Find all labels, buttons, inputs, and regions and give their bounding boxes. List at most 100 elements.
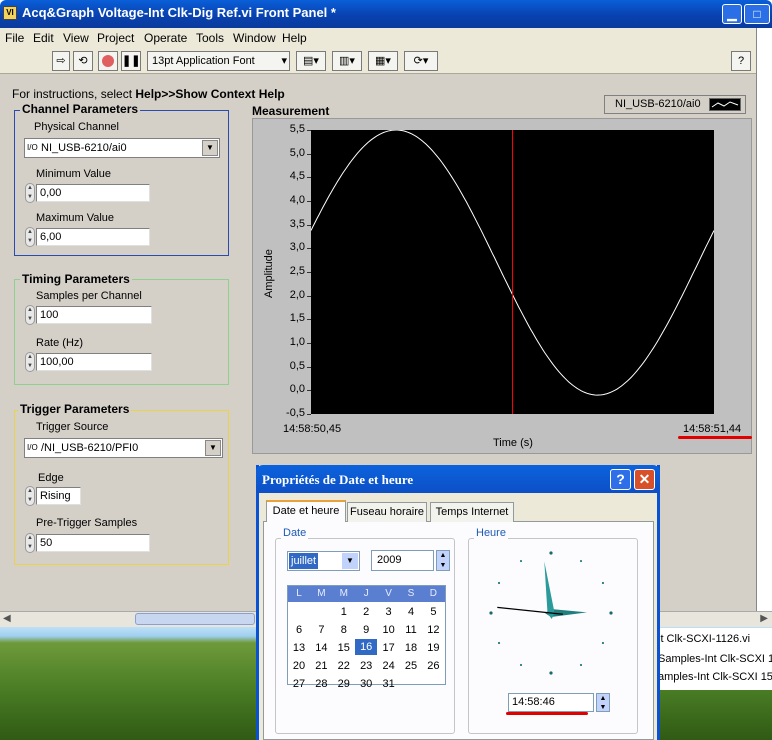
abort-icon[interactable] xyxy=(98,51,118,71)
annotation-underline xyxy=(678,436,752,439)
pause-icon[interactable]: ❚❚ xyxy=(121,51,141,71)
physical-channel-value: NI_USB-6210/ai0 xyxy=(41,142,127,154)
calendar-day[interactable]: 29 xyxy=(333,675,355,693)
tab-temps-internet[interactable]: Temps Internet xyxy=(430,502,514,522)
time-field[interactable]: 14:58:46 xyxy=(508,693,594,712)
rate-field[interactable]: 100,00 xyxy=(36,353,152,371)
help-button[interactable]: ? xyxy=(731,51,751,71)
menu-project[interactable]: Project xyxy=(97,31,134,45)
y-tick-label: 2,0 xyxy=(289,288,305,301)
calendar-day[interactable]: 13 xyxy=(288,639,310,657)
dialog-help-button[interactable]: ? xyxy=(610,469,631,490)
scroll-thumb[interactable] xyxy=(135,613,255,625)
calendar-day[interactable]: 25 xyxy=(400,657,422,675)
physical-channel-select[interactable]: I/O NI_USB-6210/ai0 ▼ xyxy=(24,138,220,158)
menu-file[interactable]: File xyxy=(5,31,24,45)
calendar-day[interactable]: 27 xyxy=(288,675,310,693)
distribute-objects-icon[interactable]: ▥▾ xyxy=(332,51,362,71)
max-value-field[interactable]: 6,00 xyxy=(36,228,150,246)
year-spinner[interactable]: ▲ ▼ xyxy=(436,550,450,571)
file-item[interactable]: it Clk-SCXI-1126.vi xyxy=(658,633,750,645)
max-value-spinner[interactable]: ▲ ▼ xyxy=(25,227,35,247)
plot-area[interactable] xyxy=(311,130,714,414)
trigger-source-select[interactable]: I/O /NI_USB-6210/PFI0 ▼ xyxy=(24,438,223,458)
calendar-day[interactable]: 5 xyxy=(422,603,444,621)
labview-app-icon: VI xyxy=(3,6,17,20)
edge-field[interactable]: Rising xyxy=(36,487,81,505)
menu-edit[interactable]: Edit xyxy=(33,31,54,45)
calendar-day[interactable]: 30 xyxy=(355,675,377,693)
dialog-close-button[interactable]: ✕ xyxy=(634,469,655,490)
chevron-down-icon[interactable]: ▼ xyxy=(205,440,221,456)
calendar-day[interactable]: 17 xyxy=(378,639,400,657)
chevron-down-icon[interactable]: ▼ xyxy=(202,140,218,156)
calendar-day[interactable]: 14 xyxy=(310,639,332,657)
time-spinner[interactable]: ▲ ▼ xyxy=(596,693,610,712)
year-field[interactable]: 2009 xyxy=(371,550,434,571)
calendar-day[interactable]: 31 xyxy=(378,675,400,693)
plot-legend[interactable]: NI_USB-6210/ai0 xyxy=(604,95,746,114)
calendar-day[interactable]: 9 xyxy=(355,621,377,639)
edge-spinner[interactable]: ▲ ▼ xyxy=(25,486,35,506)
y-tick-label: 0,0 xyxy=(289,383,305,396)
calendar-day[interactable]: 28 xyxy=(310,675,332,693)
calendar-day[interactable]: 7 xyxy=(310,621,332,639)
file-item[interactable]: amples-Int Clk-SCXI 15 xyxy=(658,671,772,683)
samples-spinner[interactable]: ▲ ▼ xyxy=(25,305,35,325)
calendar-day[interactable]: 19 xyxy=(422,639,444,657)
resize-objects-icon[interactable]: ▦▾ xyxy=(368,51,398,71)
rate-label: Rate (Hz) xyxy=(36,337,84,349)
menu-tools[interactable]: Tools xyxy=(196,31,224,45)
tab-date-heure[interactable]: Date et heure xyxy=(266,500,346,522)
calendar-day[interactable]: 20 xyxy=(288,657,310,675)
menu-view[interactable]: View xyxy=(63,31,89,45)
calendar-day[interactable]: 22 xyxy=(333,657,355,675)
menu-operate[interactable]: Operate xyxy=(144,31,187,45)
pre-trigger-field[interactable]: 50 xyxy=(36,534,150,552)
calendar-day[interactable]: 6 xyxy=(288,621,310,639)
x-axis-start-label[interactable]: 14:58:50,45 xyxy=(283,423,341,435)
min-value-field[interactable]: 0,00 xyxy=(36,184,150,202)
calendar-day[interactable]: 2 xyxy=(355,603,377,621)
calendar-day[interactable]: 11 xyxy=(400,621,422,639)
maximize-button[interactable]: □ xyxy=(744,4,770,24)
reorder-icon[interactable]: ⟳▾ xyxy=(404,51,438,71)
calendar-grid: 1 2 3 4 5 6 7 8 9 10 11 12 13 14 15 16 17 18 19 20 21 22 23 24 2… xyxy=(288,603,445,690)
run-arrow-icon[interactable]: ⇨ xyxy=(52,51,70,71)
calendar-day[interactable]: 15 xyxy=(333,639,355,657)
calendar-day[interactable]: 18 xyxy=(400,639,422,657)
month-select[interactable]: juillet ▼ xyxy=(287,551,360,571)
calendar-day[interactable]: 3 xyxy=(378,603,400,621)
min-value-spinner[interactable]: ▲ ▼ xyxy=(25,183,35,203)
calendar-day[interactable]: 24 xyxy=(378,657,400,675)
calendar-day[interactable]: 16 xyxy=(355,639,378,655)
font-selector[interactable]: 13pt Application Font ▾ xyxy=(147,51,290,71)
weekday-label: S xyxy=(407,588,415,599)
x-axis-end-label[interactable]: 14:58:51,44 xyxy=(683,423,741,435)
menu-help[interactable]: Help xyxy=(282,31,307,45)
file-item[interactable]: Samples-Int Clk-SCXI 15 xyxy=(658,653,772,665)
calendar-day[interactable]: 4 xyxy=(400,603,422,621)
align-objects-icon[interactable]: ▤▾ xyxy=(296,51,326,71)
calendar-day[interactable]: 26 xyxy=(422,657,444,675)
io-name-icon: I/O xyxy=(27,443,38,452)
calendar-day[interactable]: 21 xyxy=(310,657,332,675)
scroll-right-icon[interactable]: ▶ xyxy=(760,613,768,624)
minimize-button[interactable]: ▁ xyxy=(722,4,742,24)
calendar-day[interactable]: 12 xyxy=(422,621,444,639)
menu-window[interactable]: Window xyxy=(233,31,276,45)
run-continuously-icon[interactable]: ⟲ xyxy=(73,51,93,71)
calendar-day[interactable]: 23 xyxy=(355,657,377,675)
analog-clock xyxy=(484,546,618,680)
y-tick-label: 2,5 xyxy=(289,265,305,277)
calendar-day[interactable]: 10 xyxy=(378,621,400,639)
pre-trigger-spinner[interactable]: ▲ ▼ xyxy=(25,533,35,553)
samples-per-channel-field[interactable]: 100 xyxy=(36,306,152,324)
calendar-day[interactable]: 1 xyxy=(333,603,355,621)
calendar-day[interactable]: 8 xyxy=(333,621,355,639)
rate-spinner[interactable]: ▲ ▼ xyxy=(25,352,35,372)
graph-title: Measurement xyxy=(252,104,330,118)
chevron-down-icon[interactable]: ▼ xyxy=(342,553,358,569)
tab-fuseau-horaire[interactable]: Fuseau horaire xyxy=(347,502,427,522)
scroll-left-icon[interactable]: ◀ xyxy=(3,613,11,624)
